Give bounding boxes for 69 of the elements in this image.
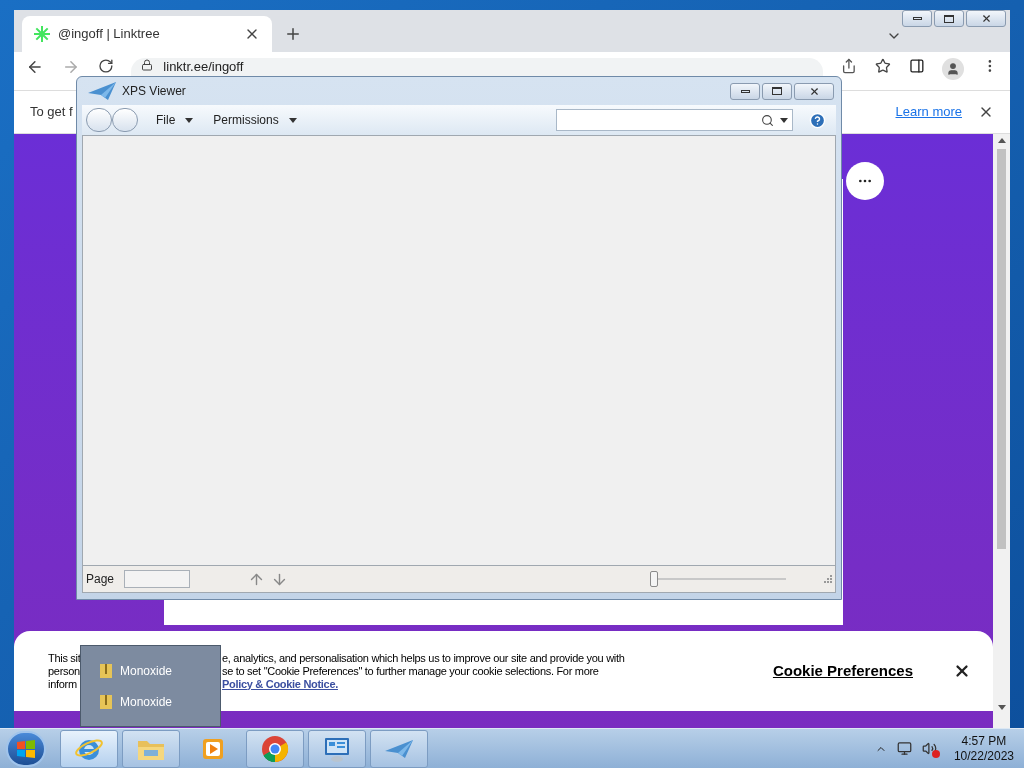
zoom-slider-thumb[interactable] — [650, 571, 658, 587]
minimize-button[interactable] — [902, 10, 932, 27]
banner-close-icon[interactable] — [953, 662, 971, 680]
minimize-icon — [740, 89, 750, 93]
zip-folder-icon — [99, 693, 113, 710]
clock-date[interactable]: 10/22/2023 — [953, 748, 1014, 764]
taskbar-button[interactable] — [246, 729, 304, 768]
zoom-slider[interactable] — [650, 571, 786, 587]
tab-title: @ingoff | Linktree — [58, 25, 161, 44]
more-button[interactable] — [846, 162, 884, 200]
menu-button[interactable]: File — [154, 111, 196, 129]
taskbar-button[interactable] — [60, 729, 118, 768]
forward-button[interactable] — [112, 108, 138, 132]
back-icon[interactable] — [26, 58, 44, 76]
side-panel-icon[interactable] — [908, 58, 925, 74]
menu-button[interactable]: Permissions — [211, 111, 299, 129]
close-icon — [808, 85, 820, 97]
taskbar-button[interactable] — [370, 729, 428, 768]
scroll-up-icon[interactable] — [997, 138, 1006, 143]
taskbar-button[interactable] — [308, 729, 366, 768]
page-label: Page — [86, 571, 115, 588]
page-number-field[interactable] — [124, 570, 191, 588]
dropdown-caret-icon — [780, 117, 788, 123]
maximize-button[interactable] — [934, 10, 964, 27]
maximize-button[interactable] — [762, 82, 792, 100]
maximize-icon — [944, 14, 954, 23]
address-bar[interactable]: linktr.ee/ingoff — [131, 58, 824, 76]
scroll-down-icon[interactable] — [997, 705, 1006, 710]
reload-icon[interactable] — [97, 58, 114, 74]
bookmark-star-icon[interactable] — [874, 58, 891, 74]
lock-icon — [141, 59, 154, 71]
cookie-text: inform — [48, 677, 77, 691]
start-button[interactable] — [6, 730, 46, 767]
volume-muted-icon[interactable] — [921, 740, 938, 757]
cookie-text: This sit — [48, 651, 80, 665]
resize-grip-icon[interactable] — [824, 575, 832, 583]
back-button[interactable] — [86, 108, 112, 132]
scrollbar[interactable] — [993, 134, 1010, 728]
caret-icon — [185, 117, 194, 123]
close-button[interactable] — [794, 82, 834, 100]
network-icon[interactable] — [896, 741, 912, 756]
chrome-icon — [260, 733, 290, 764]
learn-more-link[interactable]: Learn more — [895, 102, 962, 122]
windows-logo-icon — [16, 739, 36, 758]
minimize-icon — [912, 17, 922, 20]
maximize-icon — [772, 87, 782, 95]
profile-avatar[interactable] — [942, 58, 965, 80]
zip-folder-icon — [99, 662, 113, 679]
share-icon[interactable] — [841, 58, 857, 74]
browser-tab[interactable]: @ingoff | Linktree — [22, 16, 272, 52]
caret-icon — [288, 117, 297, 123]
cookie-text: person — [48, 664, 80, 678]
close-icon — [980, 13, 992, 24]
search-icon[interactable] — [761, 113, 774, 127]
cookie-text: e, analytics, and personalisation which helps us to improve our site and provide you with — [222, 651, 625, 665]
close-button[interactable] — [966, 10, 1006, 27]
asterisk-icon — [34, 26, 50, 42]
cookie-preferences-link[interactable]: Cookie Preferences — [772, 659, 913, 683]
help-icon[interactable] — [809, 111, 826, 129]
window-title: XPS Viewer — [122, 83, 186, 100]
search-field[interactable] — [556, 109, 793, 131]
scroll-thumb[interactable] — [997, 149, 1006, 549]
cookie-text: se to set "Cookie Preferences" to further manage your cookie selections. For more — [222, 664, 599, 678]
info-text: To get f — [30, 103, 73, 122]
paper-plane-icon — [86, 79, 118, 103]
minimize-button[interactable] — [730, 82, 760, 100]
policy-link[interactable]: Policy & Cookie Notice. — [222, 677, 338, 691]
new-tab-icon[interactable] — [284, 25, 302, 43]
clock-time[interactable]: 4:57 PM — [961, 733, 1007, 749]
